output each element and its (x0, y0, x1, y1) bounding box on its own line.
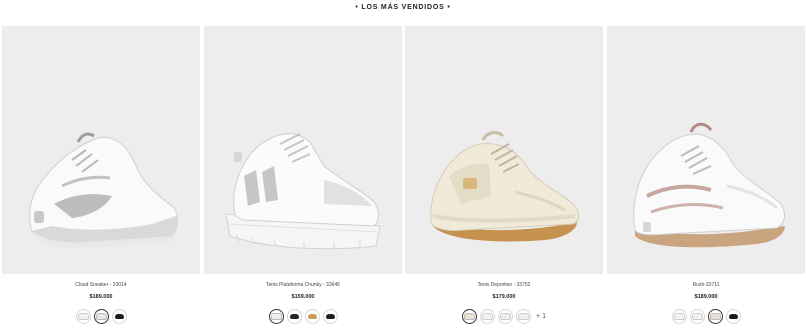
swatch-shoe-icon (500, 312, 512, 320)
color-swatch-selected[interactable] (93, 308, 109, 324)
swatch-shoe-icon (307, 313, 317, 319)
product-price: $179.000 (492, 294, 516, 300)
swatch-shoe-icon (325, 313, 335, 319)
color-swatch[interactable] (111, 308, 127, 324)
color-swatch[interactable] (286, 308, 302, 324)
product-image[interactable] (607, 26, 805, 274)
color-swatch[interactable] (516, 308, 532, 324)
product-card[interactable]: Tenis Deportivo - 33752 $179.000 + 1 (405, 26, 603, 328)
product-name[interactable]: Cloud Sneaker - 33014 (2, 282, 200, 288)
product-card[interactable]: Rush-33711 $189.000 (607, 26, 805, 328)
color-swatch-selected[interactable] (462, 308, 478, 324)
product-price: $189.000 (89, 294, 113, 300)
product-grid: Cloud Sneaker - 33014 $189.000 Tenis Pla… (0, 26, 806, 328)
product-image[interactable] (204, 26, 402, 274)
swatch-shoe-icon (691, 312, 703, 320)
swatch-shoe-icon (482, 312, 494, 320)
swatch-shoe-icon (95, 312, 107, 320)
color-swatch-selected[interactable] (707, 308, 723, 324)
color-swatch[interactable] (498, 308, 514, 324)
swatch-shoe-icon (709, 312, 721, 320)
color-swatch[interactable] (689, 308, 705, 324)
color-swatches (607, 307, 805, 325)
swatch-shoe-icon (114, 313, 124, 319)
swatch-shoe-icon (464, 312, 476, 320)
swatch-shoe-icon (518, 312, 530, 320)
more-colors-count[interactable]: + 1 (536, 313, 546, 320)
color-swatches: + 1 (405, 307, 603, 325)
color-swatch[interactable] (725, 308, 741, 324)
product-price: $159.000 (291, 294, 315, 300)
color-swatch[interactable] (304, 308, 320, 324)
color-swatch[interactable] (480, 308, 496, 324)
section-title: • LOS MÁS VENDIDOS • (355, 4, 451, 11)
swatch-shoe-icon (270, 312, 282, 320)
product-name[interactable]: Tenis Plataforma Chunky - 33645 (204, 282, 402, 288)
product-image[interactable] (405, 26, 603, 274)
product-image[interactable] (2, 26, 200, 274)
product-price: $189.000 (694, 294, 718, 300)
swatch-shoe-icon (77, 312, 89, 320)
color-swatches (204, 307, 402, 325)
swatch-shoe-icon (728, 313, 738, 319)
swatch-shoe-icon (289, 313, 299, 319)
product-card[interactable]: Tenis Plataforma Chunky - 33645 $159.000 (204, 26, 402, 328)
product-card[interactable]: Cloud Sneaker - 33014 $189.000 (2, 26, 200, 328)
product-name[interactable]: Rush-33711 (607, 282, 805, 288)
color-swatch-selected[interactable] (268, 308, 284, 324)
color-swatch[interactable] (671, 308, 687, 324)
product-name[interactable]: Tenis Deportivo - 33752 (405, 282, 603, 288)
color-swatch[interactable] (75, 308, 91, 324)
color-swatch[interactable] (322, 308, 338, 324)
swatch-shoe-icon (673, 312, 685, 320)
color-swatches (2, 307, 200, 325)
